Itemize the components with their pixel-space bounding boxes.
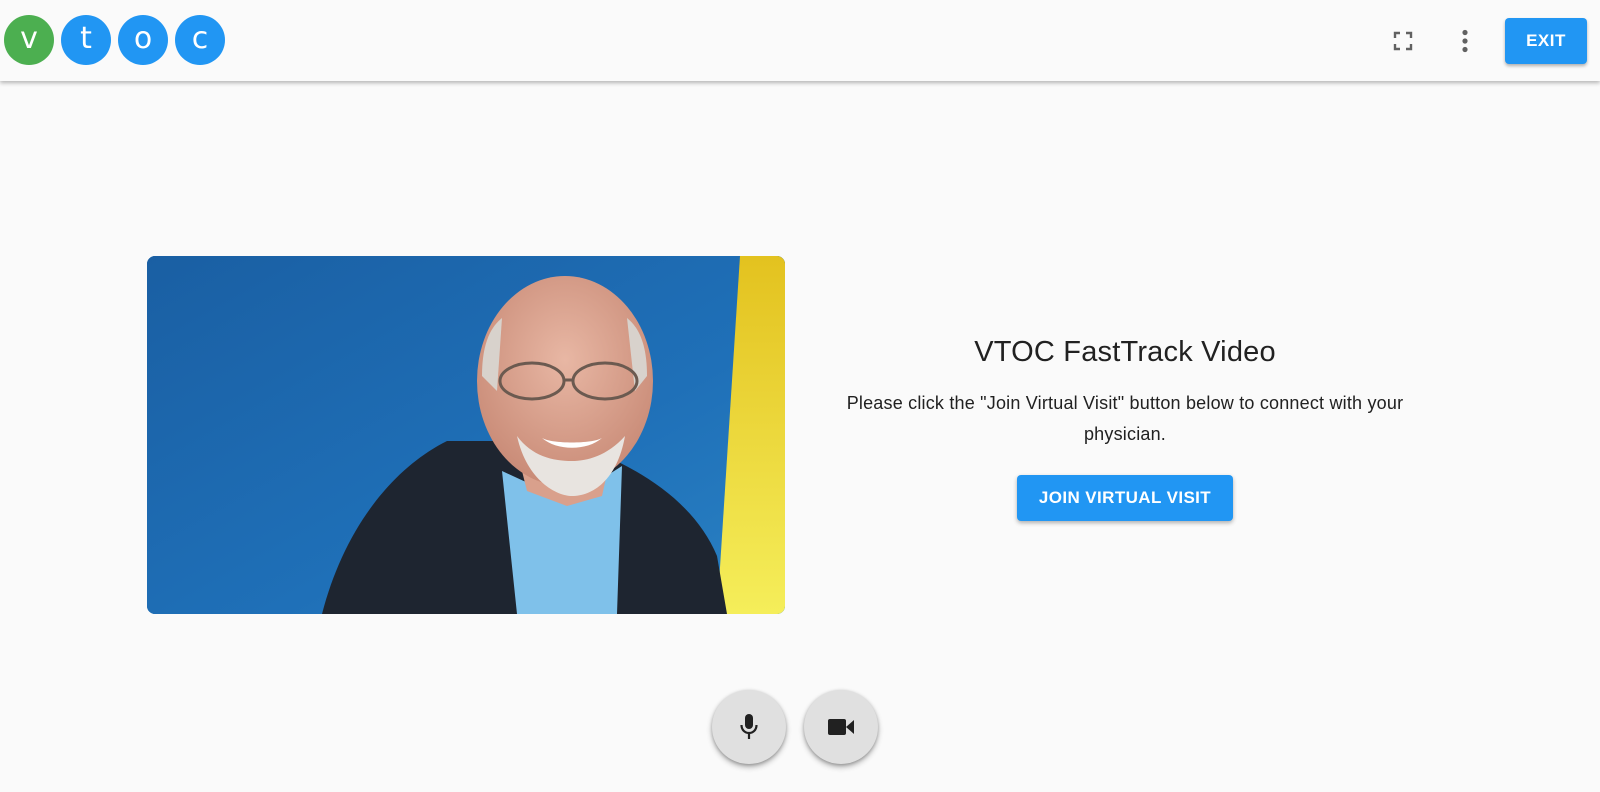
page-title: VTOC FastTrack Video <box>974 336 1276 368</box>
vtoc-logo: v t o c <box>4 15 225 65</box>
top-bar: v t o c EXIT <box>0 0 1600 81</box>
join-panel: VTOC FastTrack Video Please click the "J… <box>840 336 1410 521</box>
camera-toggle-button[interactable] <box>804 690 878 764</box>
join-instructions: Please click the "Join Virtual Visit" bu… <box>846 393 1404 444</box>
app-root: v t o c EXIT VTOC FastTrack Video Please… <box>0 0 1600 792</box>
microphone-toggle-button[interactable] <box>712 690 786 764</box>
logo-letter-c: c <box>175 15 225 65</box>
join-virtual-visit-button[interactable]: JOIN VIRTUAL VISIT <box>1017 475 1233 521</box>
microphone-icon <box>740 714 758 739</box>
videocam-icon <box>828 719 854 735</box>
more-options-button[interactable] <box>1445 21 1485 61</box>
more-vert-icon <box>1462 29 1468 53</box>
logo-letter-v: v <box>4 15 54 65</box>
logo-letter-o: o <box>118 15 168 65</box>
fullscreen-button[interactable] <box>1383 21 1423 61</box>
self-video-preview <box>147 256 785 614</box>
logo-letter-t: t <box>61 15 111 65</box>
camera-preview-image <box>147 256 785 614</box>
exit-button[interactable]: EXIT <box>1505 18 1587 64</box>
fullscreen-icon <box>1393 31 1413 51</box>
